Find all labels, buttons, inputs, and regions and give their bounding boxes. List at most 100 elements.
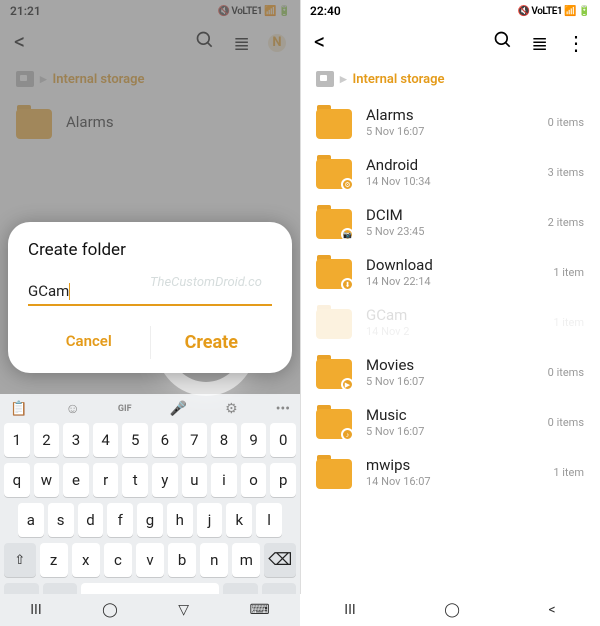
more-icon[interactable]: ⋮ [566, 31, 586, 55]
shift-key[interactable]: ⇧ [4, 543, 36, 577]
gif-icon[interactable]: GIF [118, 404, 132, 414]
key-8[interactable]: 8 [211, 423, 237, 457]
breadcrumb-label[interactable]: Internal storage [353, 72, 445, 87]
key-x[interactable]: x [72, 543, 100, 577]
key-z[interactable]: z [40, 543, 68, 577]
folder-icon: 📷 [316, 205, 352, 239]
create-folder-dialog: Create folder GCam Cancel Create [8, 222, 292, 373]
key-3[interactable]: 3 [63, 423, 89, 457]
key-7[interactable]: 7 [182, 423, 208, 457]
key-0[interactable]: 0 [270, 423, 296, 457]
list-item[interactable]: GCam14 Nov 21 item [300, 297, 600, 347]
backspace-key[interactable]: ⌫ [264, 543, 296, 577]
folder-meta: 14 Nov 2 [366, 325, 553, 338]
folder-badge-icon: 📷 [341, 228, 354, 241]
key-j[interactable]: j [197, 503, 223, 537]
dialog-title: Create folder [28, 240, 272, 260]
folder-name: Android [366, 156, 548, 174]
key-m[interactable]: m [232, 543, 260, 577]
list-item[interactable]: ⚙Android14 Nov 10:343 items [300, 147, 600, 197]
list-item[interactable]: mwips14 Nov 16:071 item [300, 447, 600, 497]
settings-icon[interactable]: ⚙ [225, 401, 238, 417]
key-5[interactable]: 5 [122, 423, 148, 457]
mic-icon[interactable]: 🎤 [170, 401, 187, 417]
text-cursor [69, 283, 70, 300]
key-k[interactable]: k [226, 503, 252, 537]
battery-icon: 🔋 [578, 6, 590, 17]
keyboard-switch-icon[interactable]: ⌨ [250, 602, 270, 618]
home-button[interactable]: ◯ [102, 602, 118, 618]
item-count: 0 items [548, 116, 584, 129]
item-count: 2 items [548, 216, 584, 229]
home-button[interactable]: ◯ [444, 602, 460, 618]
folder-name: DCIM [366, 206, 548, 224]
back-button[interactable]: < [314, 30, 325, 55]
key-r[interactable]: r [93, 463, 119, 497]
key-c[interactable]: c [104, 543, 132, 577]
key-4[interactable]: 4 [93, 423, 119, 457]
clipboard-icon[interactable]: 📋 [10, 401, 27, 417]
key-p[interactable]: p [270, 463, 296, 497]
key-6[interactable]: 6 [152, 423, 178, 457]
folder-meta: 5 Nov 23:45 [366, 225, 548, 238]
home-icon[interactable] [316, 71, 334, 87]
folder-name-input[interactable]: GCam [28, 282, 272, 306]
key-t[interactable]: t [122, 463, 148, 497]
folder-badge-icon: ⚙ [341, 178, 354, 191]
folder-icon [316, 105, 352, 139]
folder-meta: 14 Nov 22:14 [366, 275, 553, 288]
key-g[interactable]: g [137, 503, 163, 537]
folder-meta: 14 Nov 16:07 [366, 475, 553, 488]
list-view-icon[interactable]: ≣ [531, 31, 548, 55]
chevron-right-icon: ▸ [340, 72, 347, 87]
key-u[interactable]: u [182, 463, 208, 497]
folder-name: Download [366, 256, 553, 274]
key-1[interactable]: 1 [4, 423, 30, 457]
key-2[interactable]: 2 [34, 423, 60, 457]
back-nav-button[interactable]: ▽ [178, 602, 189, 618]
search-icon[interactable] [493, 30, 513, 55]
cancel-button[interactable]: Cancel [28, 326, 150, 359]
key-h[interactable]: h [167, 503, 193, 537]
key-row-2: asdfghjkl [4, 503, 296, 537]
key-y[interactable]: y [152, 463, 178, 497]
key-a[interactable]: a [18, 503, 44, 537]
key-l[interactable]: l [256, 503, 282, 537]
list-item[interactable]: ⬇ Download14 Nov 22:141 item [300, 247, 600, 297]
key-i[interactable]: i [211, 463, 237, 497]
folder-name: mwips [366, 456, 553, 474]
folder-name: Alarms [366, 106, 548, 124]
more-icon[interactable]: ••• [276, 401, 290, 417]
key-f[interactable]: f [107, 503, 133, 537]
list-item[interactable]: Alarms5 Nov 16:070 items [300, 97, 600, 147]
list-item[interactable]: 📷 DCIM5 Nov 23:452 items [300, 197, 600, 247]
emoji-icon[interactable]: ☺ [66, 400, 80, 417]
key-v[interactable]: v [136, 543, 164, 577]
list-item[interactable]: ▶Movies5 Nov 16:070 items [300, 347, 600, 397]
create-button[interactable]: Create [150, 326, 273, 359]
mute-icon: 🔇 [517, 6, 529, 17]
folder-icon [316, 455, 352, 489]
volte-icon: VoLTE1 [531, 6, 562, 17]
recents-button[interactable]: III [344, 602, 355, 618]
key-o[interactable]: o [241, 463, 267, 497]
folder-icon: ♪ [316, 405, 352, 439]
list-item[interactable]: ♪Music5 Nov 16:070 items [300, 397, 600, 447]
folder-icon: ⬇ [316, 255, 352, 289]
key-q[interactable]: q [4, 463, 30, 497]
key-row-numbers: 1234567890 [4, 423, 296, 457]
item-count: 1 item [553, 266, 584, 279]
key-b[interactable]: b [168, 543, 196, 577]
key-n[interactable]: n [200, 543, 228, 577]
recents-button[interactable]: III [30, 602, 41, 618]
key-9[interactable]: 9 [241, 423, 267, 457]
key-w[interactable]: w [34, 463, 60, 497]
key-e[interactable]: e [63, 463, 89, 497]
key-s[interactable]: s [48, 503, 74, 537]
back-nav-button[interactable]: < [549, 602, 556, 618]
key-d[interactable]: d [78, 503, 104, 537]
key-row-1: qwertyuiop [4, 463, 296, 497]
folder-name: Music [366, 406, 548, 424]
folder-meta: 5 Nov 16:07 [366, 125, 548, 138]
breadcrumb[interactable]: ▸ Internal storage [300, 65, 600, 97]
